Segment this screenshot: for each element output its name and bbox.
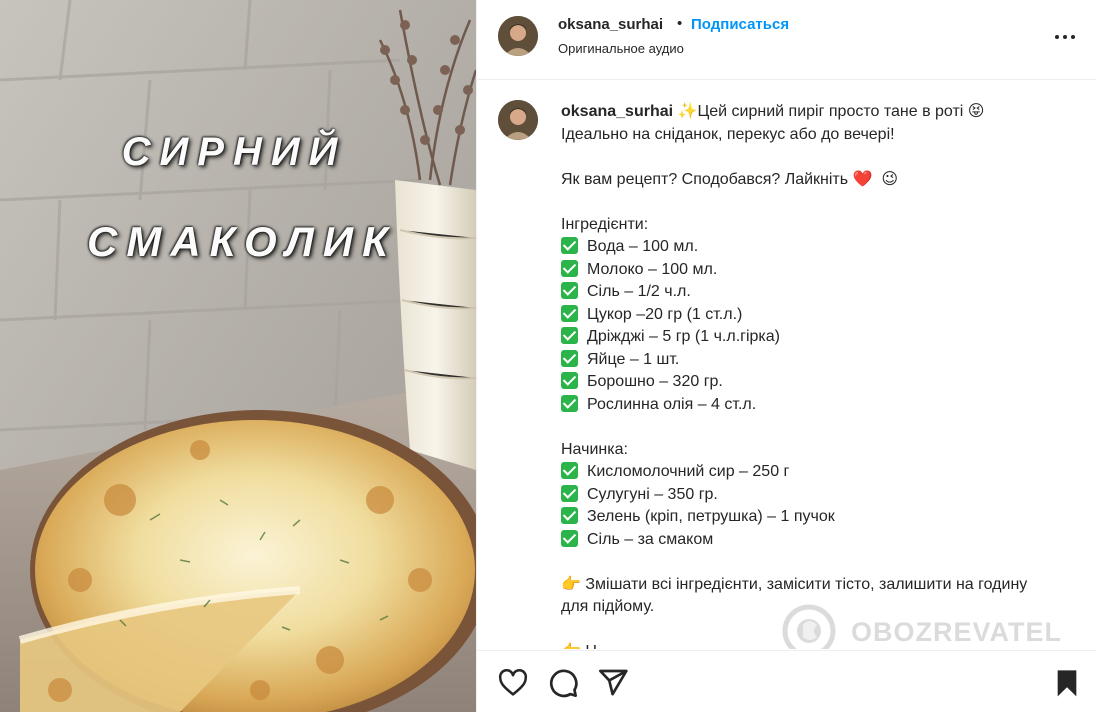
watermark-text: OBOZREVATEL (851, 617, 1062, 647)
list-item: Вода – 100 мл. (561, 237, 698, 255)
step-2-partial: 👉 Н (561, 643, 597, 649)
checkmark-icon (561, 372, 578, 389)
watermark: OBOZREVATEL (777, 603, 1067, 649)
caption-username[interactable]: oksana_surhai (561, 103, 673, 120)
checkmark-icon (561, 529, 578, 547)
post-username[interactable]: oksana_surhai (558, 16, 663, 33)
checkmark-icon (561, 259, 578, 277)
more-options-icon[interactable] (1053, 28, 1077, 48)
checkmark-icon (561, 484, 578, 502)
paper-plane-icon[interactable] (597, 667, 629, 699)
list-item: Сіль – 1/2 ч.л. (561, 282, 691, 300)
caption-text: oksana_surhai ✨Цей сирний пиріг просто т… (561, 101, 1031, 649)
caption-question: Як вам рецепт? Сподобався? Лайкніть ❤️ 😉 (561, 170, 899, 188)
caption-area: oksana_surhai ✨Цей сирний пиріг просто т… (477, 81, 1096, 649)
avatar-image (498, 16, 538, 56)
comment-icon[interactable] (547, 667, 579, 699)
post-media[interactable]: СИРНИЙ СМАКОЛИК (0, 0, 476, 712)
caption-avatar[interactable] (498, 100, 538, 140)
pie-photo (0, 0, 476, 712)
post-panel: oksana_surhai • Подписаться Оригинальное… (476, 0, 1096, 712)
checkmark-icon (561, 327, 578, 344)
avatar[interactable] (498, 16, 538, 56)
heart-icon[interactable] (497, 667, 529, 699)
avatar-image (498, 100, 538, 140)
list-item: Борошно – 320 гр. (561, 372, 723, 390)
checkmark-icon (561, 394, 578, 412)
watermark-logo-icon (782, 604, 836, 649)
ingredients-title: Інгредієнти: (561, 215, 649, 233)
list-item: Молоко – 100 мл. (561, 259, 717, 278)
ingredient-list: Вода – 100 мл. Молоко – 100 мл. Сіль – 1… (561, 237, 780, 413)
list-item: Сіль – за смаком (561, 529, 713, 548)
checkmark-icon (561, 237, 578, 254)
filling-list: Кисломолочний сир – 250 г Сулугуні – 350… (561, 462, 835, 548)
checkmark-icon (561, 349, 578, 367)
overlay-title-line2: СМАКОЛИК (87, 218, 397, 265)
list-item: Цукор –20 гр (1 ст.л.) (561, 304, 742, 323)
list-item: Дріжджі – 5 гр (1 ч.л.гірка) (561, 327, 780, 345)
checkmark-icon (561, 462, 578, 479)
list-item: Зелень (кріп, петрушка) – 1 пучок (561, 507, 835, 525)
checkmark-icon (561, 304, 578, 322)
post-header: oksana_surhai • Подписаться Оригинальное… (477, 0, 1096, 80)
checkmark-icon (561, 507, 578, 524)
action-bar (477, 650, 1096, 712)
list-item: Рослинна олія – 4 ст.л. (561, 394, 756, 413)
audio-link[interactable]: Оригинальное аудио (558, 41, 684, 56)
filling-title: Начинка: (561, 440, 628, 458)
list-item: Яйце – 1 шт. (561, 349, 679, 368)
checkmark-icon (561, 282, 578, 299)
follow-button[interactable]: Подписаться (691, 16, 789, 33)
list-item: Сулугуні – 350 гр. (561, 484, 718, 503)
separator-dot: • (677, 15, 683, 32)
overlay-title-line1: СИРНИЙ (121, 130, 347, 174)
bookmark-icon[interactable] (1051, 667, 1083, 699)
list-item: Кисломолочний сир – 250 г (561, 462, 789, 480)
